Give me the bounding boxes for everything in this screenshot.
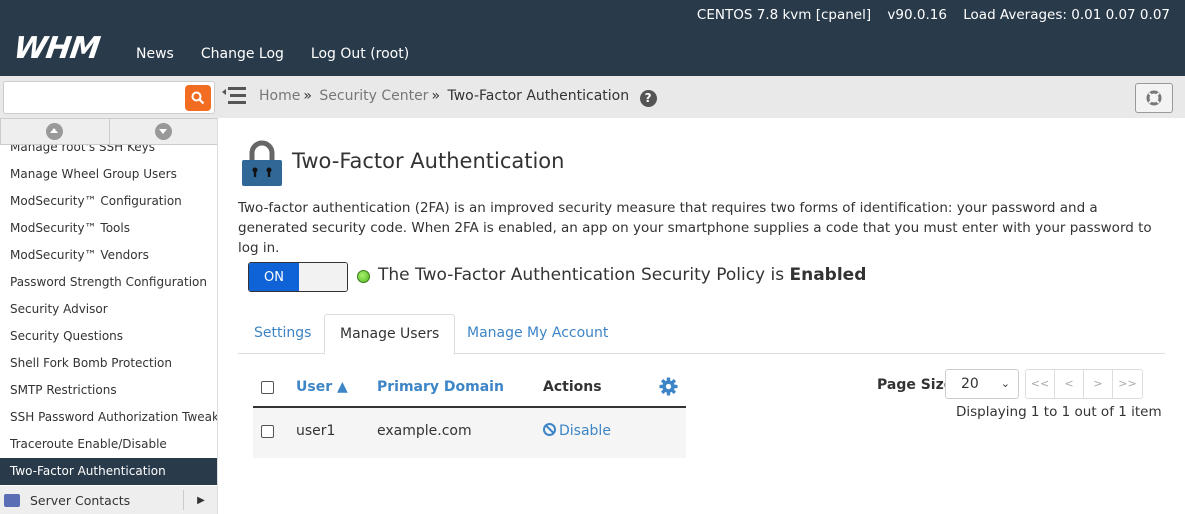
tab-manage-my-account[interactable]: Manage My Account: [452, 314, 623, 354]
breadcrumb-home[interactable]: Home: [259, 88, 300, 104]
sidebar-search: [0, 76, 218, 118]
tab-settings[interactable]: Settings: [239, 314, 326, 354]
sidebar-item[interactable]: Security Advisor: [0, 296, 217, 323]
policy-status: The Two-Factor Authentication Security P…: [378, 265, 866, 285]
page-size-value: 20: [961, 376, 979, 392]
last-page-button[interactable]: >>: [1113, 370, 1142, 398]
sidebar-footer-label: Server Contacts: [30, 492, 131, 508]
search-icon: [191, 91, 205, 105]
breadcrumb: Home» Security Center» Two-Factor Authen…: [259, 88, 657, 107]
sidebar-scroll-controls: [0, 118, 218, 145]
prev-page-button[interactable]: <: [1055, 370, 1084, 398]
nav-news[interactable]: News: [136, 46, 174, 62]
arrow-up-icon: [46, 123, 64, 140]
sidebar-item[interactable]: Shell Fork Bomb Protection: [0, 350, 217, 377]
sidebar-item[interactable]: ModSecurity™ Configuration: [0, 188, 217, 215]
breadcrumb-current: Two-Factor Authentication: [447, 88, 630, 104]
help-icon[interactable]: ?: [639, 90, 657, 107]
column-header-domain[interactable]: Primary Domain: [377, 379, 504, 395]
sidebar-item[interactable]: ModSecurity™ Vendors: [0, 242, 217, 269]
expand-arrow-icon[interactable]: ▶: [183, 490, 217, 510]
top-nav: News Change Log Log Out (root): [136, 46, 436, 62]
lifebuoy-icon: [1146, 90, 1162, 106]
first-page-button[interactable]: <<: [1026, 370, 1055, 398]
sidebar-list: Manage root's SSH Keys Manage Wheel Grou…: [0, 134, 217, 485]
sidebar-item[interactable]: SMTP Restrictions: [0, 377, 217, 404]
nav-logout[interactable]: Log Out (root): [311, 46, 409, 62]
main-content: Two-Factor Authentication Two-factor aut…: [218, 118, 1185, 514]
policy-toggle[interactable]: ON: [248, 262, 348, 292]
breadcrumb-bar: Home» Security Center» Two-Factor Authen…: [218, 76, 1185, 118]
column-header-actions: Actions: [543, 379, 602, 395]
page-size-label: Page Size: [877, 377, 954, 393]
lock-icon: [242, 140, 282, 186]
users-table: User ▲ Primary Domain Actions user1 exam…: [253, 370, 686, 458]
next-page-button[interactable]: >: [1084, 370, 1113, 398]
breadcrumb-security-center[interactable]: Security Center: [319, 88, 428, 104]
os-info: CENTOS 7.8 kvm [cpanel]: [696, 7, 872, 23]
scroll-up-button[interactable]: [1, 119, 110, 144]
ban-icon: [543, 423, 556, 436]
column-header-user[interactable]: User ▲: [296, 379, 348, 395]
cell-domain: example.com: [377, 423, 472, 439]
collapse-menu-icon: [222, 87, 246, 104]
sidebar-footer[interactable]: Server Contacts ▶: [0, 486, 217, 514]
scroll-down-button[interactable]: [110, 119, 218, 144]
status-prefix: The Two-Factor Authentication Security P…: [378, 265, 790, 285]
page-title: Two-Factor Authentication: [292, 149, 565, 173]
page-description: Two-factor authentication (2FA) is an im…: [238, 200, 1152, 256]
gear-icon[interactable]: [659, 377, 678, 396]
search-button[interactable]: [185, 85, 211, 111]
page-buttons: << < > >>: [1025, 369, 1143, 399]
status-indicator-icon: [357, 270, 370, 283]
sidebar: Manage root's SSH Keys Manage Wheel Grou…: [0, 118, 218, 514]
sidebar-item[interactable]: Traceroute Enable/Disable: [0, 431, 217, 458]
whm-logo[interactable]: WHM: [12, 31, 102, 66]
pagination: Page Size 20 ⌄ << < > >> Displaying 1 to…: [877, 369, 1177, 429]
disable-link[interactable]: Disable: [543, 423, 611, 439]
close-button[interactable]: [1135, 83, 1173, 113]
row-checkbox[interactable]: [261, 425, 274, 438]
load-averages: Load Averages: 0.01 0.07 0.07: [963, 7, 1170, 23]
system-info: CENTOS 7.8 kvm [cpanel] v90.0.16 Load Av…: [685, 7, 1170, 23]
disable-label: Disable: [559, 423, 611, 439]
sidebar-item[interactable]: Security Questions: [0, 323, 217, 350]
sidebar-item[interactable]: Manage Wheel Group Users: [0, 161, 217, 188]
search-input[interactable]: [3, 81, 215, 114]
select-all-checkbox[interactable]: [261, 381, 274, 394]
sidebar-item[interactable]: SSH Password Authorization Tweak: [0, 404, 217, 431]
top-header: WHM News Change Log Log Out (root) CENTO…: [0, 0, 1185, 76]
tab-bar: Settings Manage Users Manage My Account: [238, 314, 1165, 355]
contacts-icon: [4, 493, 20, 507]
cell-user: user1: [296, 423, 336, 439]
arrow-down-icon: [154, 123, 172, 140]
page-size-select[interactable]: 20 ⌄: [945, 369, 1019, 399]
tab-manage-users[interactable]: Manage Users: [324, 314, 456, 355]
menu-toggle-button[interactable]: [222, 86, 248, 106]
nav-change-log[interactable]: Change Log: [201, 46, 284, 62]
sidebar-item[interactable]: ModSecurity™ Tools: [0, 215, 217, 242]
sidebar-item-active[interactable]: Two-Factor Authentication: [0, 458, 217, 485]
table-row: user1 example.com Disable: [253, 408, 686, 458]
toggle-on-label: ON: [249, 263, 299, 291]
sidebar-item[interactable]: Password Strength Configuration: [0, 269, 217, 296]
pagination-info: Displaying 1 to 1 out of 1 item: [956, 404, 1162, 420]
status-value: Enabled: [789, 265, 867, 285]
toggle-off-half: [299, 263, 347, 291]
table-header: User ▲ Primary Domain Actions: [253, 370, 686, 408]
chevron-down-icon: ⌄: [1000, 377, 1010, 390]
version-info: v90.0.16: [887, 7, 947, 23]
